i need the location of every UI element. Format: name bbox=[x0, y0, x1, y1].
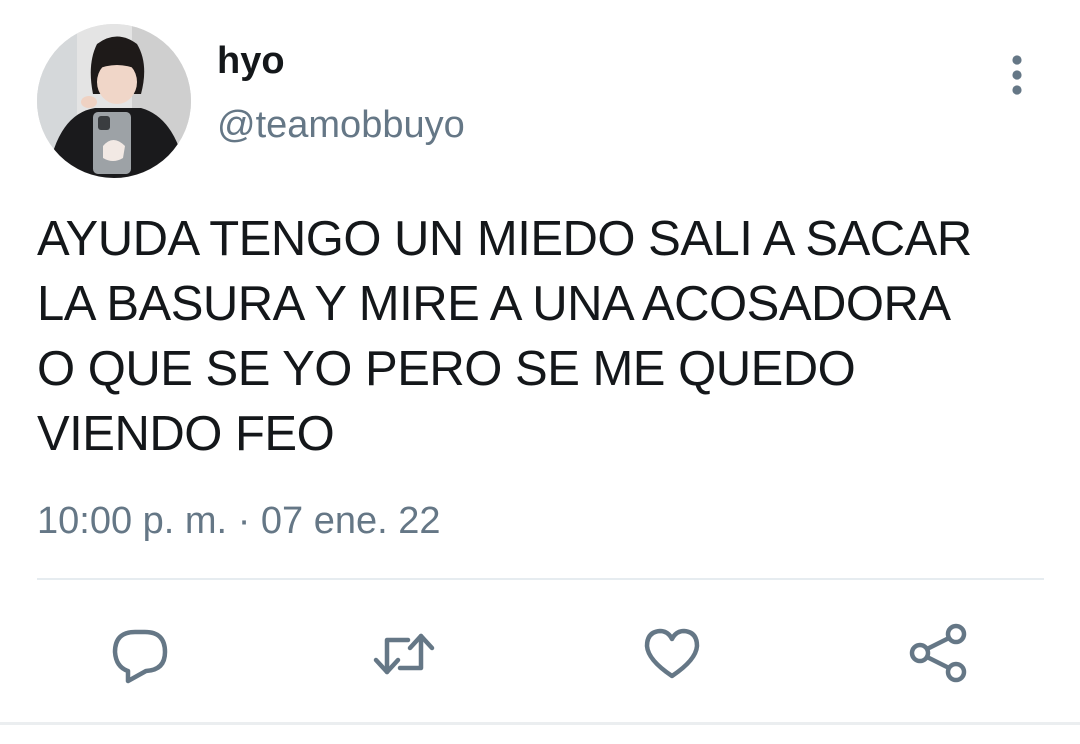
more-vertical-icon bbox=[1012, 55, 1022, 95]
more-options-button[interactable] bbox=[1000, 52, 1034, 98]
share-button[interactable] bbox=[906, 622, 970, 686]
meta-separator: · bbox=[237, 500, 251, 542]
heart-icon bbox=[644, 628, 700, 679]
divider bbox=[37, 578, 1044, 580]
avatar[interactable] bbox=[37, 24, 191, 178]
retweet-button[interactable] bbox=[372, 622, 436, 686]
display-name[interactable]: hyo bbox=[217, 40, 285, 83]
tweet-date: 07 ene. 22 bbox=[260, 500, 441, 542]
user-handle[interactable]: @teamobbuyo bbox=[217, 104, 465, 147]
reply-button[interactable] bbox=[108, 622, 172, 686]
tweet-text: AYUDA TENGO UN MIEDO SALI A SACAR LA BAS… bbox=[37, 212, 972, 461]
reply-icon bbox=[112, 629, 168, 684]
tweet-timestamp[interactable]: 10:00 p. m. · 07 ene. 22 bbox=[37, 500, 441, 543]
retweet-icon bbox=[373, 633, 435, 675]
tweet-time: 10:00 p. m. bbox=[37, 500, 228, 542]
like-button[interactable] bbox=[640, 622, 704, 686]
share-icon bbox=[909, 623, 967, 683]
bottom-divider bbox=[0, 722, 1080, 725]
